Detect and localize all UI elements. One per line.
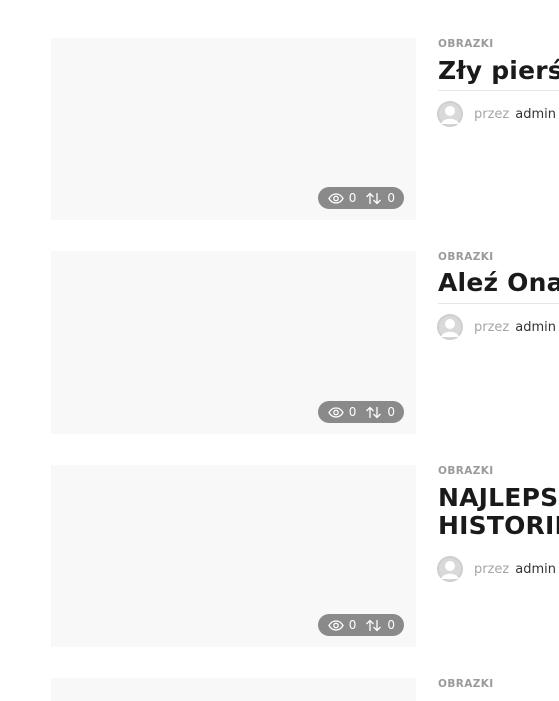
author-link[interactable]: admin bbox=[515, 562, 556, 577]
post-author: przez admin bbox=[437, 556, 556, 582]
swap-arrows-icon bbox=[366, 192, 382, 204]
post-category[interactable]: OBRAZKI bbox=[438, 678, 494, 690]
user-avatar-icon[interactable] bbox=[437, 314, 463, 340]
eye-icon bbox=[327, 619, 344, 631]
views-count: 0 bbox=[327, 405, 356, 419]
eye-icon bbox=[327, 192, 344, 204]
shares-count: 0 bbox=[365, 618, 395, 632]
post-stats-pill: 0 0 bbox=[317, 401, 404, 423]
post-category[interactable]: OBRAZKI bbox=[438, 38, 494, 50]
author-prefix: przez bbox=[474, 319, 510, 335]
post-stats-pill: 0 0 bbox=[317, 187, 404, 209]
swap-arrows-icon bbox=[366, 619, 382, 631]
post-title-line[interactable]: NAJLEPS bbox=[438, 484, 559, 512]
post-feed: 0 0 OBRAZKI Zły pierśc przez admin bbox=[0, 0, 559, 701]
title-divider bbox=[438, 303, 559, 304]
user-avatar-icon[interactable] bbox=[437, 101, 463, 127]
post-category[interactable]: OBRAZKI bbox=[438, 251, 494, 263]
post-title-line[interactable]: Zły pierśc bbox=[438, 57, 559, 85]
post-title-line[interactable]: HISTORII bbox=[438, 512, 559, 540]
shares-count: 0 bbox=[365, 191, 395, 205]
eye-icon bbox=[327, 406, 344, 418]
author-prefix: przez bbox=[474, 106, 510, 122]
post-title-line[interactable]: Aleź Ona bbox=[438, 269, 559, 297]
post-title[interactable]: Aleź Ona bbox=[438, 269, 559, 297]
swap-arrows-icon bbox=[366, 406, 382, 418]
author-link[interactable]: admin bbox=[515, 107, 556, 122]
views-count: 0 bbox=[327, 191, 356, 205]
post-thumbnail[interactable]: 0 0 bbox=[51, 38, 416, 220]
post-author: przez admin bbox=[437, 314, 556, 340]
post-title[interactable]: Zły pierśc bbox=[438, 57, 559, 85]
user-avatar-icon[interactable] bbox=[437, 556, 463, 582]
post-thumbnail[interactable]: 0 0 bbox=[51, 251, 416, 434]
author-link[interactable]: admin bbox=[515, 320, 556, 335]
post-title[interactable]: NAJLEPS HISTORII bbox=[438, 484, 559, 540]
post-thumbnail[interactable] bbox=[51, 678, 416, 701]
views-count: 0 bbox=[327, 618, 356, 632]
post-thumbnail[interactable]: 0 0 bbox=[51, 465, 416, 647]
post-author: przez admin bbox=[437, 101, 556, 127]
shares-count: 0 bbox=[365, 405, 395, 419]
title-divider bbox=[438, 90, 559, 91]
post-category[interactable]: OBRAZKI bbox=[438, 465, 494, 477]
post-stats-pill: 0 0 bbox=[317, 614, 404, 636]
author-prefix: przez bbox=[474, 561, 510, 577]
